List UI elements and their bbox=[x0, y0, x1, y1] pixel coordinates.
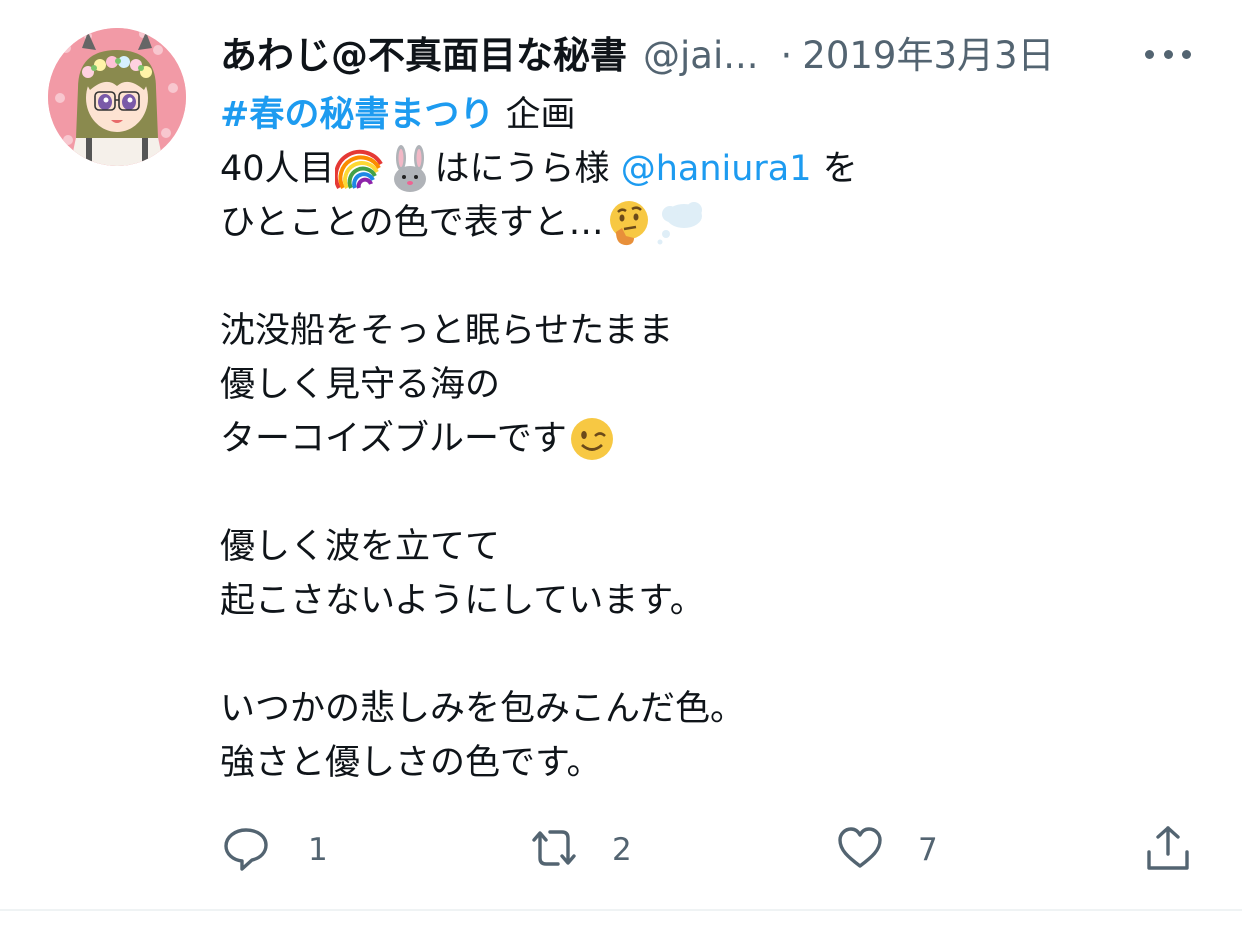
tweet-line: 沈没船をそっと眠らせたまま bbox=[220, 311, 674, 351]
timestamp[interactable]: 2019年3月3日 bbox=[802, 30, 1054, 82]
rabbit-emoji bbox=[385, 144, 435, 194]
thinking-face-emoji bbox=[604, 198, 654, 248]
tweet-text-segment: はにうら様 bbox=[434, 149, 621, 189]
tweet-line: #春の秘書まつり 企画 bbox=[220, 88, 1210, 142]
tweet-text-segment: 企画 bbox=[494, 95, 576, 135]
hashtag-link[interactable]: #春の秘書まつり bbox=[220, 88, 494, 142]
tweet[interactable]: あわじ@不真面目な秘書 @jai... · 2019年3月3日 #春の秘書まつり… bbox=[0, 0, 1242, 929]
tweet-line: いつかの悲しみを包みこんだ色。 bbox=[220, 689, 746, 729]
divider bbox=[0, 909, 1242, 911]
retweet-count: 2 bbox=[612, 832, 632, 868]
more-icon[interactable] bbox=[1145, 36, 1191, 72]
tweet-line: 起こさないようにしています。 bbox=[220, 581, 705, 621]
action-bar: 1 2 7 bbox=[0, 820, 1242, 880]
heart-icon bbox=[836, 824, 884, 876]
reply-button[interactable]: 1 bbox=[222, 820, 328, 880]
tweet-line: 優しく見守る海の bbox=[220, 365, 501, 405]
tweet-text-segment: ひとことの色で表すと… bbox=[220, 203, 604, 243]
tweet-text-segment: ターコイズブルーです bbox=[220, 419, 567, 459]
like-count: 7 bbox=[918, 832, 938, 868]
separator-dot: · bbox=[780, 34, 793, 77]
tweet-text: #春の秘書まつり 企画 40人目 はにうら様 @haniura1 を ひとことの… bbox=[220, 88, 1210, 790]
tweet-line: 強さと優しさの色です。 bbox=[220, 743, 602, 783]
tweet-header: あわじ@不真面目な秘書 @jai... · 2019年3月3日 bbox=[220, 30, 1055, 82]
share-icon bbox=[1144, 824, 1192, 876]
mention-link[interactable]: @haniura1 bbox=[621, 142, 812, 196]
reply-count: 1 bbox=[308, 832, 328, 868]
tweet-text-segment: を bbox=[811, 149, 858, 189]
thought-balloon-emoji bbox=[654, 198, 704, 248]
tweet-line: ひとことの色で表すと… bbox=[220, 196, 1210, 250]
avatar[interactable] bbox=[48, 28, 186, 166]
display-name[interactable]: あわじ@不真面目な秘書 bbox=[220, 30, 627, 82]
tweet-text-segment: 40人目 bbox=[220, 149, 335, 189]
share-button[interactable] bbox=[1144, 820, 1192, 880]
rainbow-emoji bbox=[334, 144, 385, 194]
handle[interactable]: @jai... bbox=[643, 30, 759, 82]
like-button[interactable]: 7 bbox=[836, 820, 938, 880]
retweet-icon bbox=[528, 824, 580, 876]
winking-face-emoji bbox=[567, 414, 617, 464]
tweet-line: ターコイズブルーです bbox=[220, 412, 1210, 466]
retweet-button[interactable]: 2 bbox=[528, 820, 632, 880]
reply-icon bbox=[222, 824, 270, 876]
tweet-line: 優しく波を立てて bbox=[220, 527, 501, 567]
tweet-line: 40人目 はにうら様 @haniura1 を bbox=[220, 142, 1210, 196]
